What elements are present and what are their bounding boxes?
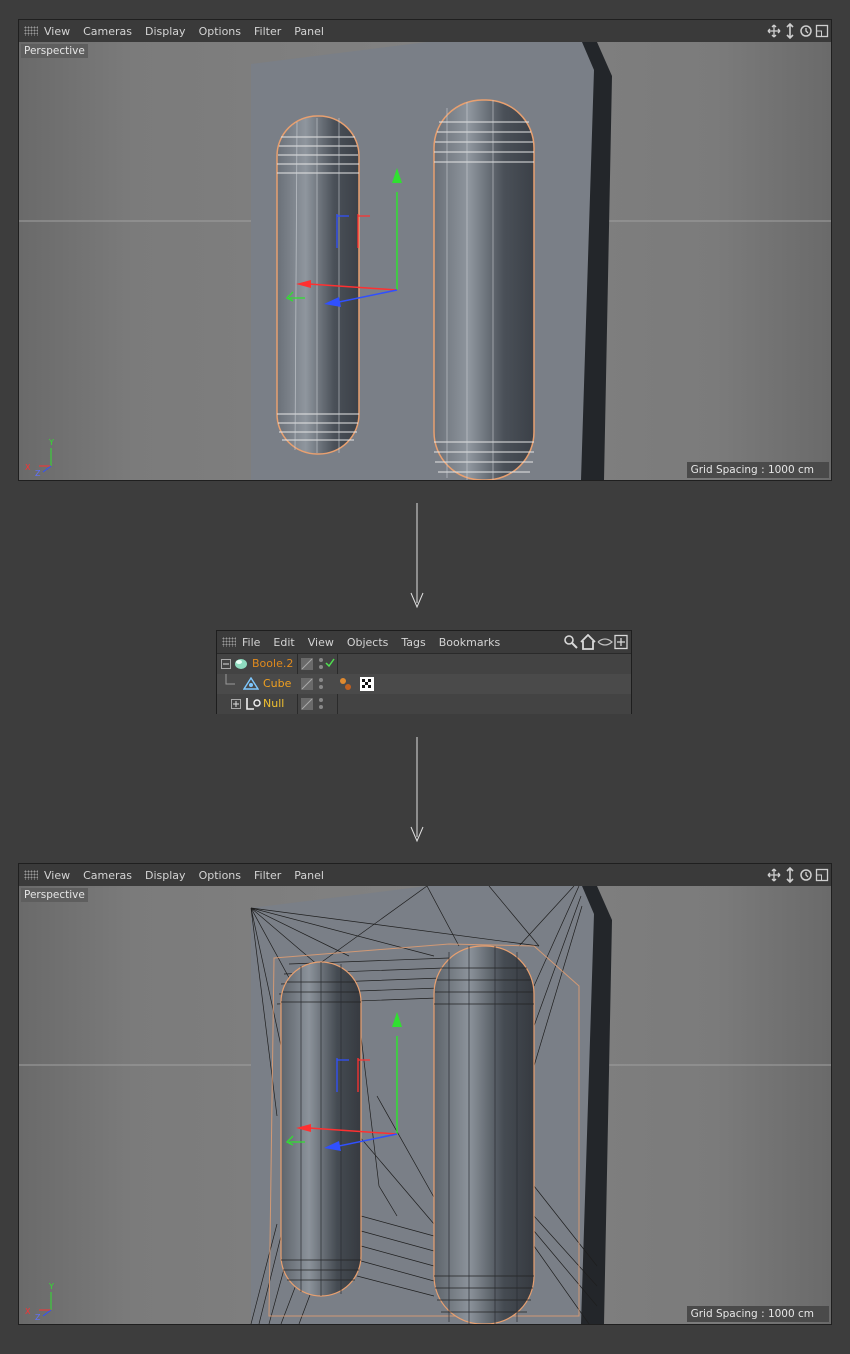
menu-options[interactable]: Options [199, 25, 241, 38]
menu-bookmarks[interactable]: Bookmarks [439, 636, 500, 649]
menu-view[interactable]: View [44, 869, 70, 882]
expand-icon[interactable] [231, 699, 241, 709]
boole-icon [235, 659, 247, 669]
object-manager-panel: File Edit View Objects Tags Bookmarks Bo… [216, 630, 632, 714]
object-name-boole[interactable]: Boole.2 [252, 657, 293, 670]
scene-render: Y X Z [19, 886, 831, 1324]
viewport-menubar: View Cameras Display Options Filter Pane… [19, 864, 831, 887]
grid-spacing-readout: Grid Spacing : 1000 cm [686, 1306, 829, 1322]
menu-display[interactable]: Display [145, 869, 186, 882]
move-view-icon[interactable] [767, 23, 781, 39]
bottom-viewport-panel: View Cameras Display Options Filter Pane… [18, 863, 832, 1325]
panel-grip-icon[interactable] [24, 870, 38, 880]
menu-panel[interactable]: Panel [294, 869, 324, 882]
svg-text:Z: Z [35, 1313, 41, 1322]
object-name-cube[interactable]: Cube [263, 677, 291, 690]
menu-objects[interactable]: Objects [347, 636, 389, 649]
menu-options[interactable]: Options [199, 869, 241, 882]
grid-spacing-readout: Grid Spacing : 1000 cm [686, 462, 829, 478]
right-capsule [433, 99, 535, 480]
null-icon [246, 698, 261, 710]
object-name-null[interactable]: Null [263, 697, 284, 710]
layer-icon[interactable] [300, 657, 314, 671]
eye-icon[interactable] [597, 634, 613, 650]
visibility-dots-icon[interactable] [317, 676, 325, 692]
material-tag-icon[interactable] [359, 676, 375, 692]
zoom-view-icon[interactable] [783, 23, 797, 39]
menu-view[interactable]: View [44, 25, 70, 38]
object-row[interactable]: Boole.2 [217, 654, 631, 674]
object-row[interactable]: Cube [217, 674, 631, 694]
svg-text:Y: Y [48, 1282, 54, 1291]
move-view-icon[interactable] [767, 867, 781, 883]
new-window-icon[interactable] [613, 634, 629, 650]
tree-line-icon [225, 674, 235, 685]
menu-panel[interactable]: Panel [294, 25, 324, 38]
svg-text:X: X [25, 1307, 31, 1316]
layer-icon[interactable] [300, 697, 314, 711]
menu-tags[interactable]: Tags [401, 636, 425, 649]
rotate-view-icon[interactable] [799, 23, 813, 39]
scene-render: Y X Z [19, 42, 831, 480]
viewport-canvas[interactable]: Y X Z Perspective Grid Spacing : 1000 cm [19, 42, 831, 480]
search-icon[interactable] [563, 634, 579, 650]
object-manager-menubar: File Edit View Objects Tags Bookmarks [217, 631, 631, 654]
rotate-view-icon[interactable] [799, 867, 813, 883]
viewport-canvas[interactable]: Y X Z Perspective Grid Spacing : 1000 cm [19, 886, 831, 1324]
maximize-view-icon[interactable] [815, 23, 829, 39]
menu-edit[interactable]: Edit [273, 636, 294, 649]
collapse-icon[interactable] [221, 659, 231, 669]
viewport-camera-label[interactable]: Perspective [21, 44, 88, 58]
menu-cameras[interactable]: Cameras [83, 25, 132, 38]
down-arrow-icon [410, 737, 424, 843]
menu-display[interactable]: Display [145, 25, 186, 38]
svg-text:X: X [25, 463, 31, 472]
panel-grip-icon[interactable] [24, 26, 38, 36]
enabled-check-icon[interactable] [325, 658, 335, 668]
menu-file[interactable]: File [242, 636, 260, 649]
top-viewport-panel: View Cameras Display Options Filter Pane… [18, 19, 832, 481]
svg-text:Y: Y [48, 438, 54, 447]
object-row[interactable]: Null [217, 694, 631, 714]
maximize-view-icon[interactable] [815, 867, 829, 883]
menu-view[interactable]: View [308, 636, 334, 649]
zoom-view-icon[interactable] [783, 867, 797, 883]
visibility-dots-icon[interactable] [317, 696, 325, 712]
viewport-camera-label[interactable]: Perspective [21, 888, 88, 902]
cube-icon [243, 677, 259, 690]
menu-filter[interactable]: Filter [254, 869, 281, 882]
menu-filter[interactable]: Filter [254, 25, 281, 38]
viewport-menubar: View Cameras Display Options Filter Pane… [19, 20, 831, 43]
home-icon[interactable] [579, 634, 597, 650]
svg-text:Z: Z [35, 469, 41, 478]
world-axis-icon: Y X Z [25, 1282, 54, 1322]
panel-grip-icon[interactable] [222, 637, 236, 647]
visibility-dots-icon[interactable] [317, 656, 325, 672]
world-axis-icon: Y X Z [25, 438, 54, 478]
down-arrow-icon [410, 503, 424, 609]
layer-icon[interactable] [300, 677, 314, 691]
right-capsule [433, 945, 535, 1324]
phong-tag-icon[interactable] [339, 676, 353, 692]
menu-cameras[interactable]: Cameras [83, 869, 132, 882]
object-list: Boole.2 Cube Null [217, 654, 631, 714]
